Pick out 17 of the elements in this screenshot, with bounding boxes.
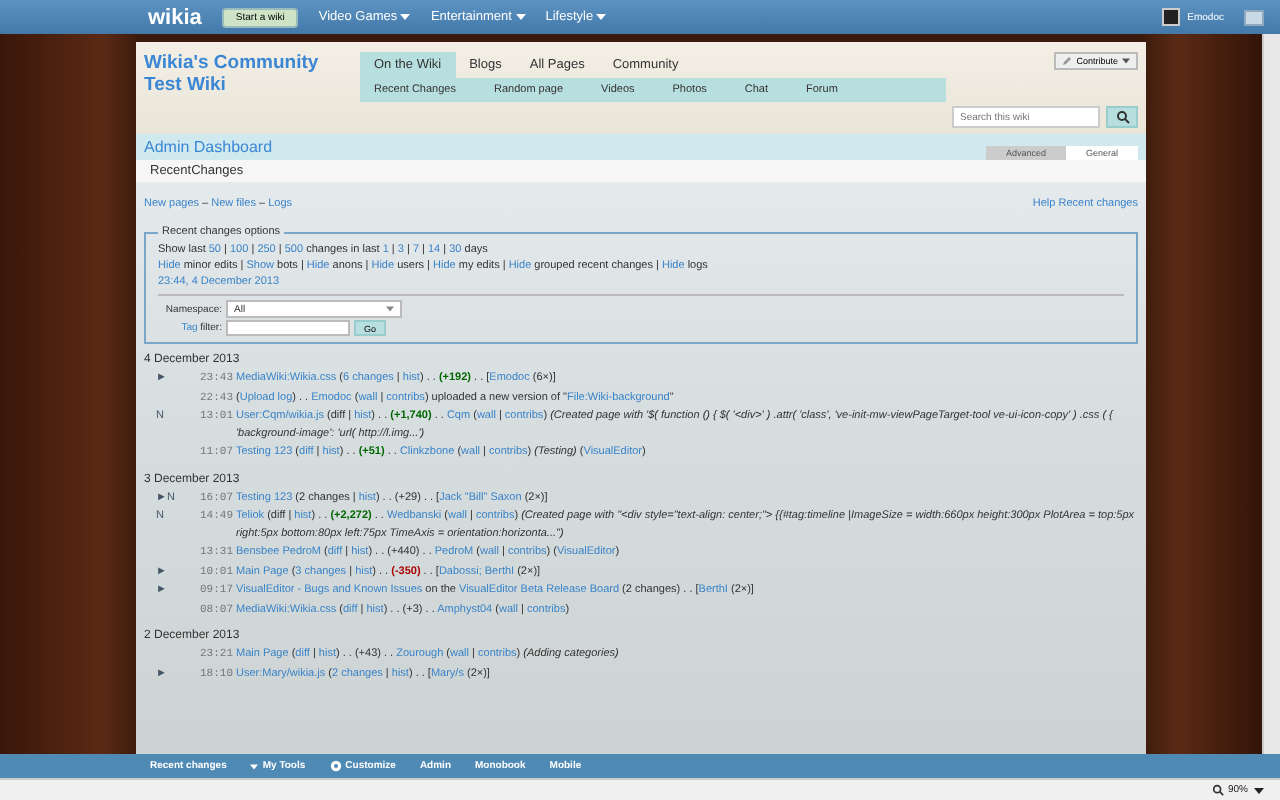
caret-icon: [1122, 58, 1130, 64]
caret-icon[interactable]: [1254, 787, 1264, 793]
search-icon: [1115, 110, 1129, 124]
zoom-icon: [1211, 784, 1224, 796]
caret-icon: [250, 763, 259, 769]
tag-filter-field[interactable]: [226, 320, 350, 336]
caret-icon: [400, 14, 411, 20]
wiki-title[interactable]: Wikia's Community Test Wiki: [144, 52, 360, 128]
caret-icon: [596, 14, 607, 20]
avatar-icon[interactable]: [1161, 8, 1180, 26]
scrollbar[interactable]: [1262, 34, 1280, 754]
caret-icon: [515, 14, 526, 20]
wikia-logo[interactable]: wikia: [148, 5, 202, 29]
pencil-icon: [1062, 56, 1073, 66]
search-button[interactable]: [1106, 106, 1138, 128]
caret-icon: [386, 306, 394, 312]
admin-dashboard-title[interactable]: Admin Dashboard: [144, 138, 273, 160]
